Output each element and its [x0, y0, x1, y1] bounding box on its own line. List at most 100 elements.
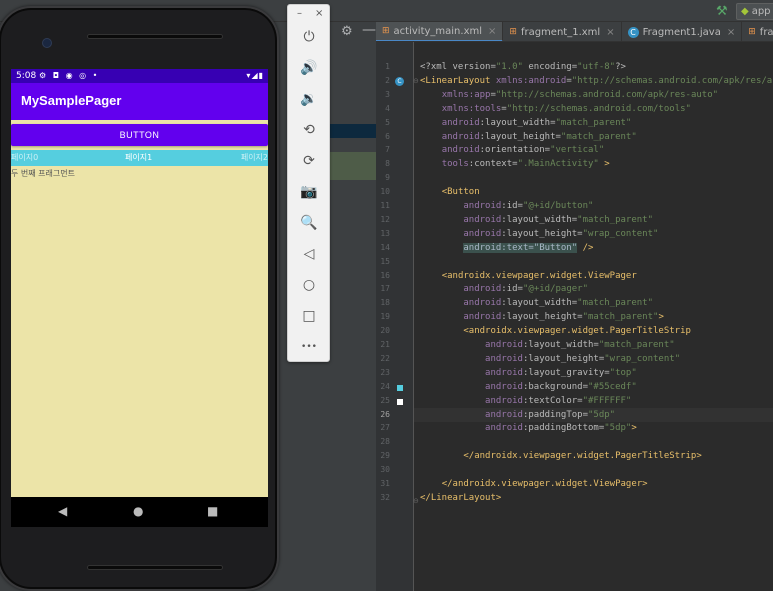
nav-back-icon[interactable]: ◀: [58, 504, 67, 518]
code-line[interactable]: android:paddingTop="5dp": [414, 407, 773, 422]
code-line[interactable]: xmlns:tools="http://schemas.android.com/…: [414, 102, 773, 116]
editor-tab-label: fragment_2.xml: [759, 26, 773, 38]
code-line[interactable]: android:background="#55cedf": [414, 380, 773, 394]
line-number: 30: [380, 465, 390, 475]
nav-home-icon[interactable]: ●: [133, 504, 143, 518]
code-line[interactable]: android:layout_width="match_parent": [414, 116, 773, 130]
android-icon: ◆: [741, 6, 749, 17]
zoom-icon[interactable]: 🔍: [298, 212, 320, 234]
line-number: 29: [380, 451, 390, 461]
code-line[interactable]: </LinearLayout>: [414, 491, 773, 505]
overview-icon[interactable]: □: [298, 305, 320, 327]
line-number: 4: [385, 103, 390, 113]
line-number: 2: [385, 75, 390, 85]
camera-icon[interactable]: 📷: [298, 181, 320, 203]
code-line[interactable]: android:layout_width="match_parent": [414, 338, 773, 352]
code-line[interactable]: </androidx.viewpager.widget.ViewPager>: [414, 477, 773, 491]
code-line[interactable]: </androidx.viewpager.widget.PagerTitleSt…: [414, 449, 773, 463]
fold-marker-icon[interactable]: ⊖: [413, 497, 419, 505]
code-line[interactable]: android:orientation="vertical": [414, 143, 773, 157]
line-number: 3: [385, 89, 390, 99]
code-line[interactable]: android:layout_width="match_parent": [414, 213, 773, 227]
code-line[interactable]: android:text="Button" />: [414, 241, 773, 255]
code-line[interactable]: [414, 463, 773, 477]
code-line[interactable]: <Button: [414, 185, 773, 199]
code-line[interactable]: [414, 171, 773, 185]
code-line[interactable]: <?xml version="1.0" encoding="utf-8"?>: [414, 60, 773, 74]
line-number: 9: [385, 173, 390, 183]
tab-next-page[interactable]: 페이지2: [241, 150, 268, 166]
close-tab-icon[interactable]: ×: [488, 26, 496, 37]
line-number: 14: [380, 242, 390, 252]
run-configuration-selector[interactable]: ◆ app: [736, 3, 773, 20]
code-line[interactable]: <LinearLayout xmlns:android="http://sche…: [414, 74, 773, 88]
build-hammer-icon[interactable]: ⚒: [716, 4, 728, 19]
line-number: 7: [385, 145, 390, 155]
gear-icon[interactable]: ⚙: [341, 24, 353, 39]
status-time: 5:08: [16, 71, 37, 81]
code-line[interactable]: android:paddingBottom="5dp">: [414, 421, 773, 435]
code-line[interactable]: android:layout_height="wrap_content": [414, 227, 773, 241]
line-number: 32: [380, 492, 390, 502]
line-number: 31: [380, 479, 390, 488]
line-number: 11: [380, 201, 390, 210]
code-line[interactable]: android:layout_gravity="top": [414, 366, 773, 380]
emulator-toolbar: – × ⏻ 🔊 🔉 ⟲ ⟳ 📷 🔍 ◁ ○ □ •••: [287, 4, 330, 362]
code-editor[interactable]: <?xml version="1.0" encoding="utf-8"?> <L…: [414, 42, 773, 591]
hide-panel-icon[interactable]: —: [362, 22, 376, 38]
tab-previous-page[interactable]: 페이지0: [11, 150, 38, 166]
code-line[interactable]: xmlns:app="http://schemas.android.com/ap…: [414, 88, 773, 102]
line-number: 12: [380, 214, 390, 224]
bottom-speaker: [87, 565, 223, 570]
line-number: 19: [380, 312, 390, 322]
code-line[interactable]: android:textColor="#FFFFFF": [414, 394, 773, 408]
class-badge-icon[interactable]: C: [395, 77, 404, 86]
power-icon[interactable]: ⏻: [298, 26, 320, 48]
code-line[interactable]: [414, 255, 773, 269]
close-tab-icon[interactable]: ×: [606, 27, 614, 38]
back-icon[interactable]: ◁: [298, 243, 320, 265]
close-tab-icon[interactable]: ×: [727, 27, 735, 38]
rotate-right-icon[interactable]: ⟳: [298, 150, 320, 172]
volume-down-icon[interactable]: 🔉: [298, 88, 320, 110]
code-line[interactable]: android:layout_height="wrap_content": [414, 352, 773, 366]
fold-marker-icon[interactable]: ⊖: [413, 77, 419, 85]
main-button[interactable]: BUTTON: [11, 124, 268, 146]
editor-tab[interactable]: ⊞ fragment_1.xml ×: [503, 22, 622, 41]
app-title: MySamplePager: [21, 93, 122, 108]
line-number: 23: [380, 367, 390, 377]
code-line[interactable]: android:id="@+id/pager": [414, 282, 773, 296]
code-line[interactable]: android:layout_width="match_parent": [414, 296, 773, 310]
status-bar: 5:08 ⚙ ◘ ◉ ◎ • ▾◢▮: [11, 69, 268, 83]
code-line[interactable]: android:layout_height="match_parent": [414, 130, 773, 144]
more-icon[interactable]: •••: [298, 336, 320, 358]
line-number: 28: [380, 437, 390, 447]
color-swatch-icon[interactable]: [397, 399, 403, 405]
project-tree-edge: [330, 22, 376, 591]
home-icon[interactable]: ○: [298, 274, 320, 296]
volume-up-icon[interactable]: 🔊: [298, 57, 320, 79]
code-line[interactable]: tools:context=".MainActivity" >: [414, 157, 773, 171]
nav-overview-icon[interactable]: ■: [207, 504, 218, 518]
minimize-icon[interactable]: –: [297, 9, 302, 19]
editor-tab-label: fragment_1.xml: [520, 26, 601, 38]
line-number: 25: [380, 395, 390, 405]
line-number: 16: [380, 270, 390, 280]
code-line[interactable]: android:id="@+id/button": [414, 199, 773, 213]
line-number: 13: [380, 228, 390, 238]
editor-tab[interactable]: ⊞fragment_2.xml×: [742, 22, 773, 41]
xml-file-icon: ⊞: [509, 27, 517, 37]
code-line[interactable]: <androidx.viewpager.widget.PagerTitleStr…: [414, 324, 773, 338]
editor-tab[interactable]: ⊞ activity_main.xml ×: [376, 22, 504, 41]
close-icon[interactable]: ×: [315, 9, 323, 19]
color-swatch-icon[interactable]: [397, 385, 403, 391]
rotate-left-icon[interactable]: ⟲: [298, 119, 320, 141]
code-line[interactable]: <androidx.viewpager.widget.ViewPager: [414, 269, 773, 283]
java-class-icon: C: [627, 26, 639, 38]
code-line[interactable]: android:layout_height="match_parent">: [414, 310, 773, 324]
tab-current-page[interactable]: 페이지1: [125, 150, 152, 166]
code-line[interactable]: [414, 435, 773, 449]
line-number: 1: [385, 62, 390, 71]
line-number: 26: [380, 409, 390, 419]
editor-tab[interactable]: C Fragment1.java ×: [622, 22, 743, 41]
